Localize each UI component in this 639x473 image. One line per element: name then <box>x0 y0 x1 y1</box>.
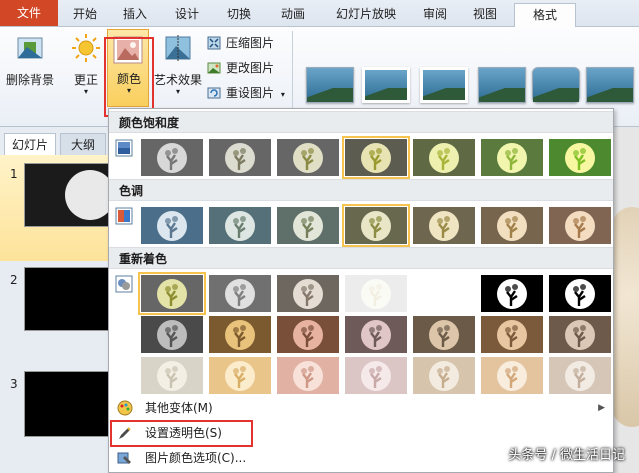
recolor-swatch[interactable] <box>413 316 475 353</box>
recolor-swatch[interactable] <box>549 357 611 394</box>
remove-background-icon <box>17 37 43 59</box>
saturation-swatch[interactable] <box>549 139 611 176</box>
recolor-swatch[interactable] <box>141 316 203 353</box>
tab-insert[interactable]: 插入 <box>112 3 158 27</box>
color-options-icon <box>117 452 131 464</box>
tone-swatch[interactable] <box>209 207 271 244</box>
tab-slideshow[interactable]: 幻灯片放映 <box>322 3 410 27</box>
recolor-swatch[interactable] <box>209 357 271 394</box>
tab-animations[interactable]: 动画 <box>268 3 318 27</box>
slide-thumbnail-3[interactable] <box>24 371 110 437</box>
tab-view[interactable]: 视图 <box>462 3 508 27</box>
picture-style-3[interactable] <box>420 67 468 103</box>
picture-style-1[interactable] <box>306 67 354 103</box>
change-picture-icon <box>207 62 221 74</box>
recolor-swatch[interactable] <box>141 357 203 394</box>
set-transparent-highlight <box>110 420 253 447</box>
slide-number: 2 <box>10 273 18 287</box>
saturation-swatch[interactable] <box>342 136 410 179</box>
tab-file[interactable]: 文件 <box>0 0 58 26</box>
section-saturation: 颜色饱和度 <box>109 111 613 133</box>
chevron-down-icon: ▾ <box>175 87 180 96</box>
picture-style-2[interactable] <box>362 67 410 103</box>
section-tone: 色调 <box>109 179 613 201</box>
corrections-button[interactable]: 更正 ▾ <box>64 31 108 101</box>
reset-picture-icon <box>207 87 221 99</box>
tone-swatch[interactable] <box>277 207 339 244</box>
compress-pictures-label: 压缩图片 <box>226 36 275 50</box>
tab-review[interactable]: 审阅 <box>412 3 458 27</box>
recolor-swatch[interactable] <box>481 275 543 312</box>
recolor-swatch[interactable] <box>277 316 339 353</box>
change-picture-label: 更改图片 <box>226 61 275 75</box>
color-button-highlight <box>104 37 154 117</box>
recolor-swatch[interactable] <box>138 272 206 315</box>
reset-picture-label: 重设图片 <box>226 86 275 100</box>
remove-background-label: 删除背景 <box>5 73 54 87</box>
section-recolor: 重新着色 <box>109 247 613 269</box>
tone-swatch[interactable] <box>413 207 475 244</box>
artistic-effects-button[interactable]: 艺术效果 ▾ <box>152 31 204 101</box>
artistic-effects-icon <box>165 35 191 61</box>
recolor-swatch[interactable] <box>345 316 407 353</box>
tone-swatch[interactable] <box>549 207 611 244</box>
compress-icon <box>207 36 221 50</box>
recolor-swatch[interactable] <box>209 316 271 353</box>
reset-picture-button[interactable]: 重设图片 ▾ <box>206 83 285 103</box>
slide-number: 1 <box>10 167 18 181</box>
recolor-swatch[interactable] <box>209 275 271 312</box>
compress-pictures-button[interactable]: 压缩图片 <box>206 33 274 53</box>
recolor-swatch[interactable] <box>549 316 611 353</box>
chevron-down-icon: ▾ <box>83 87 88 96</box>
recolor-swatch[interactable] <box>277 357 339 394</box>
tone-swatch[interactable] <box>481 207 543 244</box>
recolor-swatch[interactable] <box>549 275 611 312</box>
picture-color-options-label: 图片颜色选项(C)... <box>145 451 247 465</box>
recolor-swatch[interactable] <box>277 275 339 312</box>
slides-pane: 幻灯片 大纲 1 2 3 <box>0 127 115 473</box>
saturation-swatch[interactable] <box>209 139 271 176</box>
picture-style-4[interactable] <box>478 67 526 103</box>
ribbon-tab-bar: 文件 开始 插入 设计 切换 动画 幻灯片放映 审阅 视图 格式 <box>0 0 639 28</box>
saturation-swatch[interactable] <box>481 139 543 176</box>
recolor-swatch[interactable] <box>481 316 543 353</box>
tone-swatch[interactable] <box>342 204 410 247</box>
saturation-swatch[interactable] <box>277 139 339 176</box>
watermark: 头条号 / 微生活日记 <box>508 448 625 463</box>
color-dropdown: 颜色饱和度 色调 重新着色 其他变体(M) ▶ 设置透明色(S) 图片颜色选项(… <box>108 108 614 473</box>
slide-thumbnail-2[interactable] <box>24 267 110 331</box>
tab-home[interactable]: 开始 <box>62 3 108 27</box>
recolor-swatch[interactable] <box>413 357 475 394</box>
slide-decoration <box>612 207 639 427</box>
tab-format[interactable]: 格式 <box>514 3 576 28</box>
ribbon-divider <box>292 31 293 111</box>
sun-icon <box>72 34 100 62</box>
picture-style-5[interactable] <box>532 67 580 103</box>
recolor-icon <box>115 275 133 293</box>
palette-icon <box>117 400 133 416</box>
chevron-right-icon: ▶ <box>598 403 605 413</box>
chevron-down-icon: ▾ <box>280 90 285 99</box>
recolor-swatch[interactable] <box>481 357 543 394</box>
change-picture-button[interactable]: 更改图片 <box>206 58 274 78</box>
tab-transitions[interactable]: 切换 <box>216 3 262 27</box>
saturation-swatch[interactable] <box>413 139 475 176</box>
more-variants-item[interactable]: 其他变体(M) ▶ <box>109 397 613 419</box>
tone-icon <box>115 207 133 225</box>
tab-design[interactable]: 设计 <box>164 3 210 27</box>
corrections-label: 更正 <box>73 73 98 87</box>
picture-style-6[interactable] <box>586 67 634 103</box>
saturation-icon <box>115 139 133 157</box>
tone-swatch[interactable] <box>141 207 203 244</box>
slide-thumbnail-1[interactable] <box>24 163 115 227</box>
remove-background-button[interactable]: 删除背景 <box>2 31 58 91</box>
tab-outline[interactable]: 大纲 <box>60 133 106 155</box>
more-variants-label: 其他变体(M) <box>145 401 213 415</box>
slide-number: 3 <box>10 377 18 391</box>
saturation-swatch[interactable] <box>141 139 203 176</box>
tab-slides[interactable]: 幻灯片 <box>4 133 56 155</box>
recolor-swatch[interactable] <box>345 357 407 394</box>
recolor-swatch[interactable] <box>345 275 407 312</box>
artistic-effects-label: 艺术效果 <box>153 73 202 87</box>
